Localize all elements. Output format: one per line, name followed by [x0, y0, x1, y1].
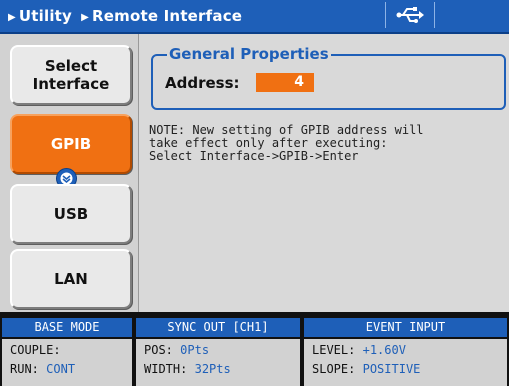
- lan-label: LAN: [54, 270, 88, 288]
- breadcrumb-arrow-icon: ▶: [8, 12, 16, 23]
- gpib-label: GPIB: [50, 135, 92, 153]
- select-interface-label-line2: Interface: [32, 75, 110, 93]
- sync-out-body: POS: 0Pts WIDTH: 32Pts: [136, 339, 300, 386]
- softkey-menu: Select Interface GPIB USB LAN: [0, 34, 138, 312]
- usb-button[interactable]: USB: [10, 184, 132, 244]
- pos-label: POS:: [144, 343, 173, 357]
- address-label: Address:: [165, 74, 240, 92]
- usb-status: [385, 2, 435, 28]
- base-mode-body: COUPLE: RUN: CONT: [2, 339, 132, 386]
- breadcrumb-item-utility[interactable]: Utility: [19, 7, 72, 25]
- usb-icon: [396, 7, 424, 23]
- address-field[interactable]: 4: [256, 73, 314, 92]
- run-value: CONT: [46, 362, 76, 376]
- couple-label: COUPLE:: [10, 343, 61, 357]
- event-input-body: LEVEL: +1.60V SLOPE: POSITIVE: [304, 339, 507, 386]
- general-properties-group: General Properties Address: 4: [151, 44, 506, 110]
- width-value: 32Pts: [194, 362, 231, 376]
- breadcrumb-item-remote-interface: Remote Interface: [92, 7, 243, 25]
- content-panel: General Properties Address: 4 NOTE: New …: [138, 34, 509, 312]
- status-bar: BASE MODE COUPLE: RUN: CONT SYNC OUT [CH…: [0, 312, 509, 386]
- general-properties-title: General Properties: [167, 44, 331, 64]
- width-label: WIDTH:: [144, 362, 188, 376]
- event-input-header: EVENT INPUT: [304, 318, 507, 337]
- level-value: +1.60V: [362, 343, 406, 357]
- instrument-screen: ▶ Utility ▶ Remote Interface Select Interfa…: [0, 0, 509, 386]
- usb-label: USB: [53, 205, 89, 223]
- breadcrumb: ▶ Utility ▶ Remote Interface: [8, 7, 242, 25]
- select-interface-button[interactable]: Select Interface: [10, 45, 132, 105]
- base-mode-header: BASE MODE: [2, 318, 132, 337]
- note-text: NOTE: New setting of GPIB address will t…: [149, 123, 424, 163]
- slope-label: SLOPE:: [312, 362, 356, 376]
- level-label: LEVEL:: [312, 343, 356, 357]
- title-bar: ▶ Utility ▶ Remote Interface: [0, 0, 509, 34]
- run-label: RUN:: [10, 362, 39, 376]
- event-input-section: EVENT INPUT LEVEL: +1.60V SLOPE: POSITIV…: [304, 318, 507, 386]
- lan-button[interactable]: LAN: [10, 249, 132, 309]
- breadcrumb-arrow-icon: ▶: [77, 12, 90, 23]
- sync-out-header: SYNC OUT [CH1]: [136, 318, 300, 337]
- base-mode-section: BASE MODE COUPLE: RUN: CONT: [2, 318, 132, 386]
- slope-value: POSITIVE: [362, 362, 421, 376]
- sync-out-section: SYNC OUT [CH1] POS: 0Pts WIDTH: 32Pts: [136, 318, 300, 386]
- select-interface-label-line1: Select: [44, 57, 98, 75]
- pos-value: 0Pts: [180, 343, 210, 357]
- gpib-button[interactable]: GPIB: [10, 114, 132, 174]
